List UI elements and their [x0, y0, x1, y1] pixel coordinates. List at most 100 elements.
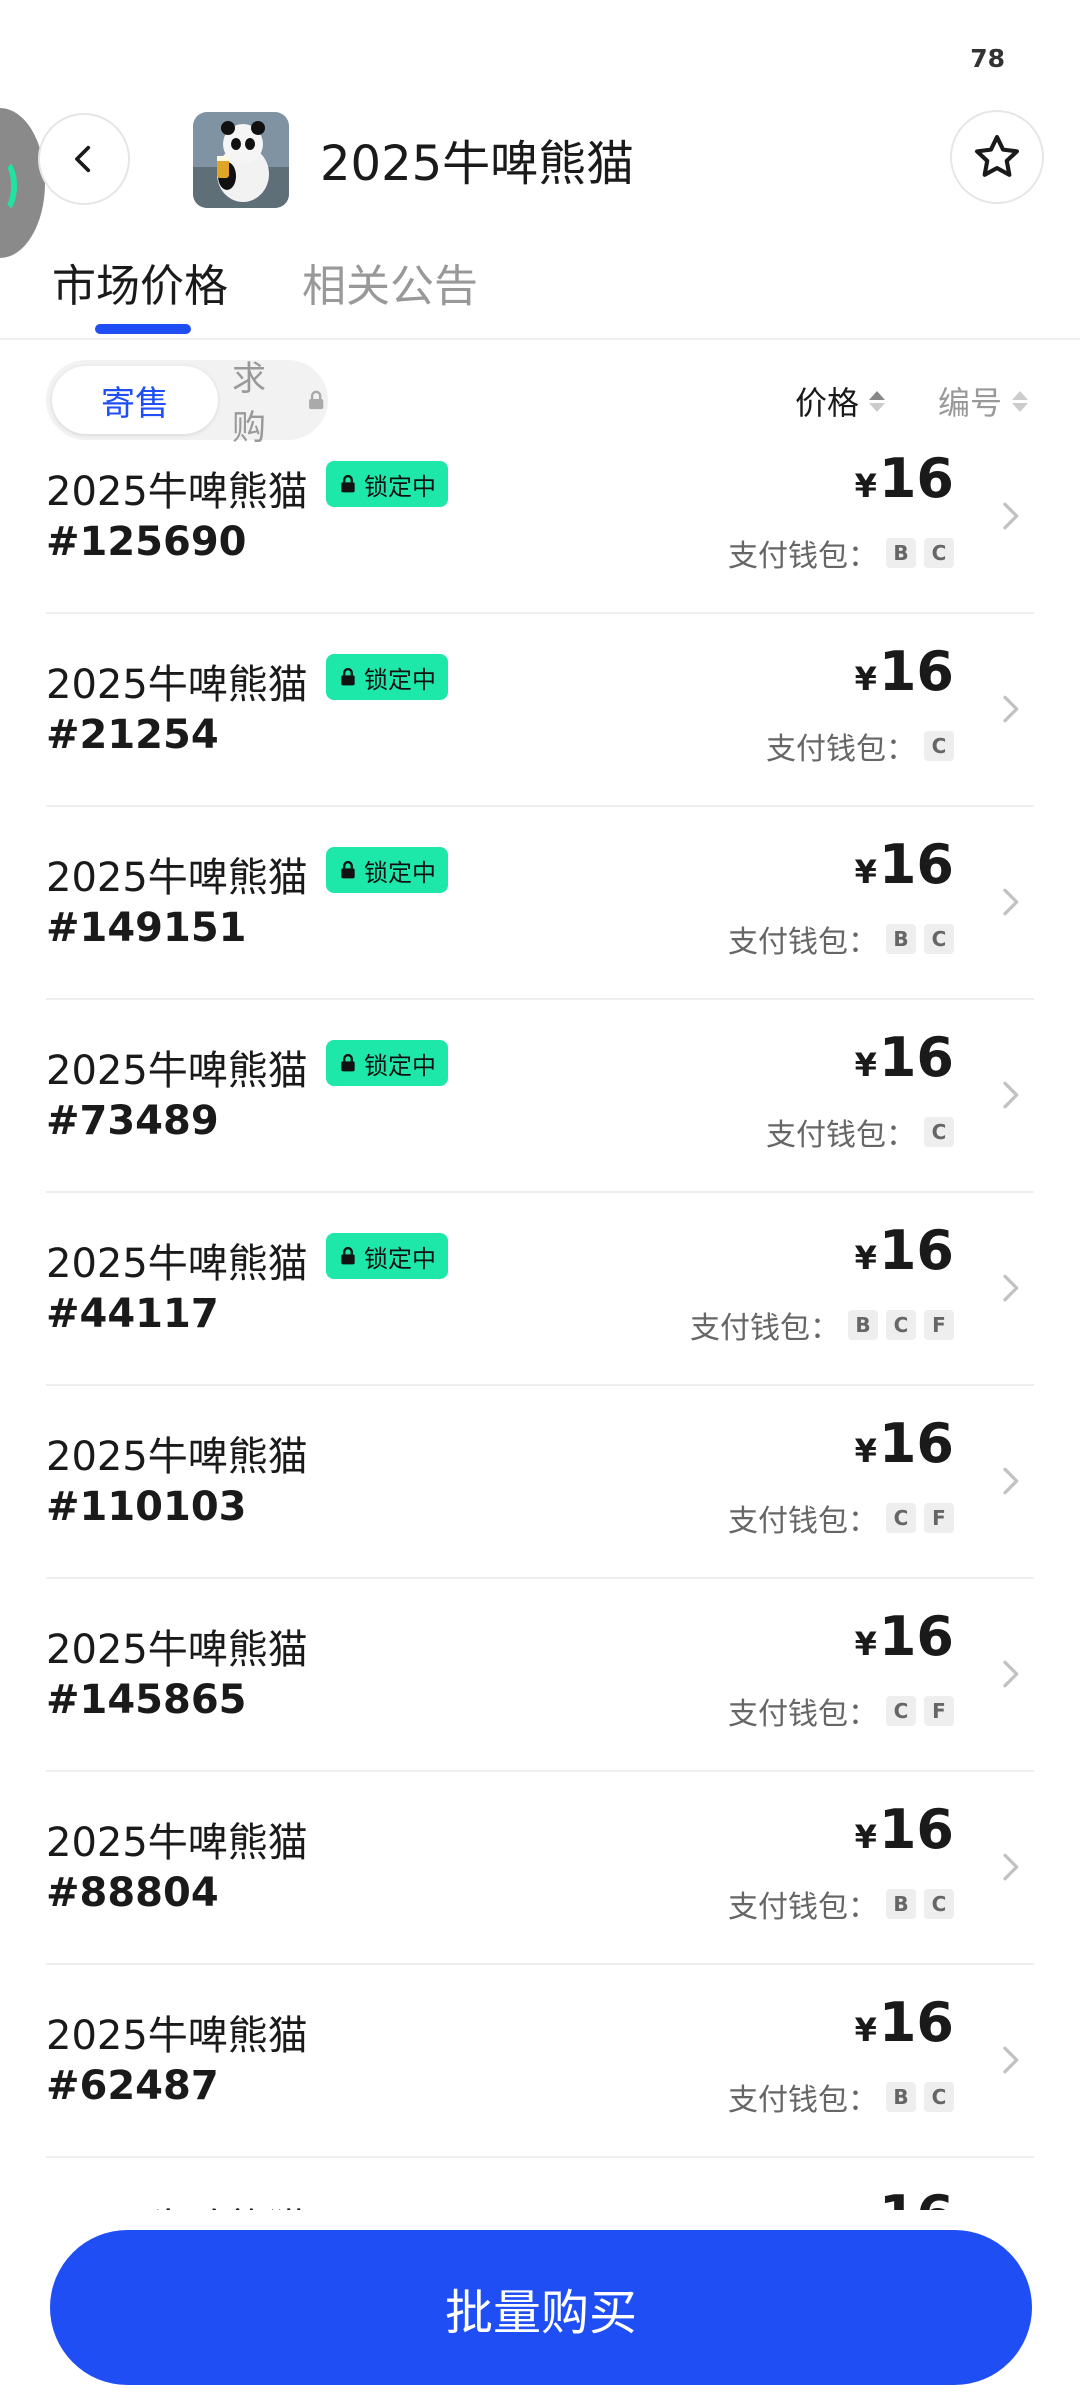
payment-wallets: 支付钱包： C F	[728, 1689, 954, 1733]
payment-wallets: 支付钱包： C F	[728, 1496, 954, 1540]
wallet-label: 支付钱包：	[766, 732, 916, 767]
listing-row[interactable]: 2025牛啤熊猫 #21254 锁定中 ¥16 支付钱包： C	[0, 614, 1080, 807]
listing-row[interactable]: 2025牛啤熊猫 #125690 锁定中 ¥16 支付钱包： B C	[0, 452, 1080, 614]
lock-icon	[341, 1053, 355, 1072]
currency-symbol: ¥	[855, 2204, 877, 2210]
wallet-tag: B	[886, 924, 916, 954]
price-value: 16	[878, 833, 954, 896]
locked-badge: 锁定中	[326, 847, 448, 893]
locked-badge: 锁定中	[326, 461, 448, 507]
chevron-right-icon	[1003, 695, 1019, 723]
chevron-right-icon	[1003, 888, 1019, 916]
item-price: ¥16	[855, 1605, 954, 1668]
currency-symbol: ¥	[854, 1046, 877, 1084]
listing-row[interactable]: 2025牛啤熊猫 #110103 ¥16 支付钱包： C F	[0, 1386, 1080, 1579]
item-name: 2025牛啤熊猫	[46, 1820, 308, 1866]
item-serial-number: #44117	[46, 1291, 219, 1337]
item-serial-number: #125690	[46, 519, 247, 565]
wallet-tag: F	[924, 1503, 954, 1533]
wallet-tag: C	[886, 1503, 916, 1533]
locked-label: 锁定中	[364, 472, 436, 501]
locked-badge: 锁定中	[326, 1233, 448, 1279]
item-serial-number: #110103	[46, 1484, 247, 1530]
item-name: 2025牛啤熊猫	[46, 1241, 308, 1287]
back-button[interactable]	[38, 113, 130, 205]
buy-request-option[interactable]: 求购	[232, 359, 328, 448]
chevron-right-icon	[1003, 1660, 1019, 1688]
sale-buy-toggle: 寄售 求购	[46, 359, 328, 448]
currency-symbol: ¥	[854, 2011, 877, 2049]
price-value: 16	[878, 452, 954, 510]
chevron-right-icon	[1003, 2046, 1019, 2074]
wallet-tag: B	[848, 1310, 878, 1340]
locked-label: 锁定中	[364, 1051, 436, 1080]
sort-arrows-icon	[1012, 390, 1029, 412]
star-icon	[975, 135, 1019, 177]
item-serial-number: #88804	[46, 1870, 219, 1916]
lock-icon	[341, 667, 355, 686]
header: 2025牛啤熊猫	[0, 0, 1080, 230]
bulk-buy-button[interactable]: 批量购买	[50, 2230, 1032, 2385]
listing-row[interactable]: 2025牛啤熊猫 #145865 ¥16 支付钱包： C F	[0, 1579, 1080, 1772]
wallet-tag: C	[924, 1889, 954, 1919]
tab-announcements[interactable]: 相关公告	[302, 250, 478, 314]
wallet-tag: C	[924, 2082, 954, 2112]
item-price: ¥16	[855, 1219, 954, 1282]
price-value: 16	[878, 1412, 954, 1475]
chevron-right-icon	[1003, 502, 1019, 530]
lock-icon	[341, 1246, 355, 1265]
item-price: ¥16	[855, 1026, 954, 1089]
collection-thumbnail	[193, 112, 289, 208]
locked-label: 锁定中	[364, 665, 436, 694]
wallet-label: 支付钱包：	[728, 539, 878, 574]
payment-wallets: 支付钱包： C	[766, 724, 954, 768]
item-name: 2025牛啤熊猫	[46, 2013, 308, 2059]
wallet-tag: F	[924, 1310, 954, 1340]
sort-by-price[interactable]: 价格	[795, 378, 886, 424]
item-serial-number: #62487	[46, 2063, 219, 2109]
payment-wallets: 支付钱包： B C	[728, 917, 954, 961]
listing-row[interactable]: 2025牛啤熊猫 #62487 ¥16 支付钱包： B C	[0, 1965, 1080, 2158]
sort-by-number[interactable]: 编号	[938, 378, 1029, 424]
listing-row[interactable]: 2025牛啤熊猫 #73489 锁定中 ¥16 支付钱包： C	[0, 1000, 1080, 1193]
wallet-tag: C	[924, 538, 954, 568]
favorite-button[interactable]	[950, 110, 1044, 204]
listing-row[interactable]: 2025牛啤熊猫 ¥16	[0, 2158, 1080, 2210]
tab-bar: 市场价格 相关公告	[0, 250, 1080, 340]
locked-badge: 锁定中	[326, 1040, 448, 1086]
currency-symbol: ¥	[854, 1239, 877, 1277]
item-price: ¥16	[855, 2184, 954, 2210]
wallet-tag: C	[886, 1696, 916, 1726]
currency-symbol: ¥	[854, 1432, 877, 1470]
locked-badge: 锁定中	[326, 654, 448, 700]
listing-row[interactable]: 2025牛啤熊猫 #149151 锁定中 ¥16 支付钱包： B C	[0, 807, 1080, 1000]
locked-label: 锁定中	[364, 858, 436, 887]
price-value: 16	[879, 2184, 954, 2210]
tab-market-price[interactable]: 市场价格	[52, 250, 228, 314]
lock-icon	[341, 860, 355, 879]
chevron-right-icon	[1003, 1467, 1019, 1495]
item-price: ¥16	[855, 833, 954, 896]
price-value: 16	[878, 640, 954, 703]
wallet-label: 支付钱包：	[728, 1697, 878, 1732]
wallet-label: 支付钱包：	[766, 1118, 916, 1153]
listing-row[interactable]: 2025牛啤熊猫 #88804 ¥16 支付钱包： B C	[0, 1772, 1080, 1965]
active-tab-indicator	[95, 324, 191, 334]
item-name: 2025牛啤熊猫	[46, 2196, 308, 2210]
lock-icon	[308, 390, 323, 410]
payment-wallets: 支付钱包： B C	[728, 531, 954, 575]
price-value: 16	[878, 1219, 954, 1282]
sort-number-label: 编号	[938, 384, 1003, 422]
listing-row[interactable]: 2025牛啤熊猫 #44117 锁定中 ¥16 支付钱包： B C F	[0, 1193, 1080, 1386]
item-name: 2025牛啤熊猫	[46, 1048, 308, 1094]
wallet-label: 支付钱包：	[728, 2083, 878, 2118]
chevron-right-icon	[1003, 1274, 1019, 1302]
lock-icon	[341, 474, 355, 493]
listing-list[interactable]: 2025牛啤熊猫 #125690 锁定中 ¥16 支付钱包： B C 2025牛啤熊猫 #212…	[0, 452, 1080, 2210]
item-price: ¥16	[855, 1798, 954, 1861]
wallet-tag: B	[886, 1889, 916, 1919]
chevron-right-icon	[1003, 1081, 1019, 1109]
item-price: ¥16	[855, 1412, 954, 1475]
chevron-left-icon	[75, 145, 91, 173]
consign-sale-option[interactable]: 寄售	[52, 366, 218, 434]
